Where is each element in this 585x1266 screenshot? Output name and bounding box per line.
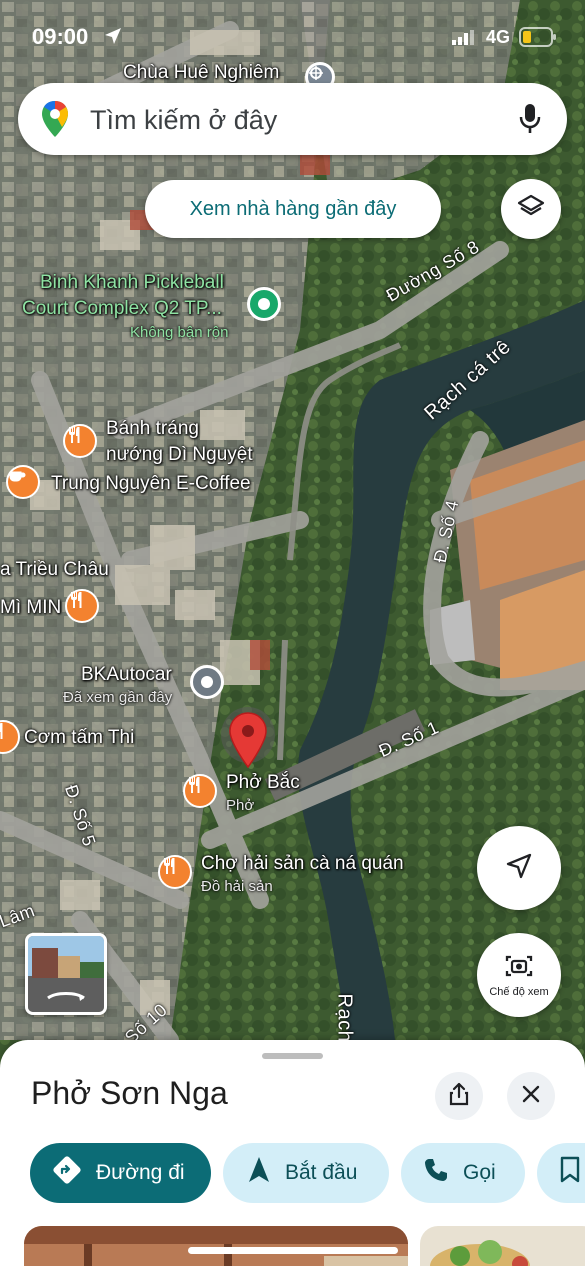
camera-scan-icon (505, 953, 533, 984)
microphone-icon[interactable] (518, 103, 542, 140)
save-button[interactable] (537, 1143, 585, 1203)
map-label-com-tam[interactable]: Cơm tấm Thi (24, 727, 134, 749)
map-label-pho-bac-sub: Phở (226, 797, 255, 814)
map-label-banh-trang-2[interactable]: nướng Dì Nguyệt (106, 444, 253, 466)
close-button[interactable] (507, 1072, 555, 1120)
signal-icon (452, 30, 474, 50)
street-label-rach: Rạch (333, 993, 356, 1043)
close-icon (522, 1085, 540, 1108)
network-type: 4G (486, 27, 511, 47)
selected-location-pin-icon[interactable] (220, 705, 276, 775)
phone-icon (423, 1157, 463, 1189)
restaurant-icon[interactable] (158, 855, 192, 889)
street-view-thumbnail[interactable] (25, 933, 107, 1015)
layers-button[interactable] (501, 179, 561, 239)
restaurant-icon[interactable] (183, 774, 217, 808)
call-label: Gọi (463, 1161, 496, 1184)
status-bar: 09:00 4G (0, 0, 585, 70)
directions-label: Đường đi (96, 1161, 185, 1184)
directions-icon (52, 1155, 96, 1191)
place-icon[interactable] (190, 665, 224, 699)
pickleball-place-icon[interactable] (247, 287, 281, 321)
map-label-bkautocar[interactable]: BKAutocar (81, 664, 172, 686)
map-label-coffee[interactable]: Trung Nguyên E-Coffee (51, 473, 251, 495)
nearby-restaurants-chip[interactable]: Xem nhà hàng gần đây (145, 180, 441, 238)
google-maps-logo-icon (40, 99, 70, 144)
map-label-pickleball-1[interactable]: Binh Khanh Pickleball (40, 272, 224, 294)
status-time: 09:00 (32, 24, 89, 49)
navigation-arrow-icon (505, 852, 533, 885)
map-label-pickleball-2[interactable]: Court Complex Q2 TP... (22, 298, 222, 320)
map-label-banh-trang-1[interactable]: Bánh tráng (106, 418, 199, 440)
search-bar[interactable]: Tìm kiếm ở đây (18, 83, 567, 155)
map-label-pickleball-status: Không bận rộn (130, 324, 229, 341)
call-button[interactable]: Gọi (401, 1143, 525, 1203)
search-input[interactable]: Tìm kiếm ở đây (90, 105, 277, 136)
view-mode-button[interactable]: Chế độ xem (477, 933, 561, 1017)
coffee-icon[interactable] (6, 465, 40, 499)
start-navigation-button[interactable]: Bắt đầu (223, 1143, 389, 1203)
map-label-pho-bac[interactable]: Phở Bắc (226, 772, 300, 794)
directions-button[interactable]: Đường đi (30, 1143, 211, 1203)
battery-icon (519, 27, 557, 52)
location-arrow-icon (104, 27, 122, 50)
share-button[interactable] (435, 1072, 483, 1120)
place-photo[interactable] (420, 1226, 585, 1266)
map-label-bkautocar-sub: Đã xem gần đây (63, 689, 173, 706)
my-location-button[interactable] (477, 826, 561, 910)
view-mode-label: Chế độ xem (489, 985, 549, 998)
restaurant-icon[interactable] (65, 589, 99, 623)
map-label-trieu-chau[interactable]: a Triều Châu (0, 559, 109, 581)
map-label-cho-hai-san[interactable]: Chợ hải sản cà ná quán (201, 853, 404, 875)
restaurant-icon[interactable] (63, 424, 97, 458)
layers-icon (517, 193, 545, 226)
place-title: Phở Sơn Nga (31, 1075, 228, 1111)
map-label-mi-min[interactable]: Mì MIN (0, 597, 61, 619)
start-label: Bắt đầu (285, 1161, 358, 1184)
home-indicator (188, 1247, 398, 1254)
place-photo[interactable] (24, 1226, 408, 1266)
navigation-start-icon (247, 1156, 285, 1190)
bookmark-icon (559, 1156, 585, 1190)
sheet-drag-handle[interactable] (262, 1053, 323, 1059)
share-icon (448, 1082, 470, 1111)
place-bottom-sheet[interactable]: Phở Sơn Nga Đường đi Bắt đầu Gọi (0, 1040, 585, 1266)
map-label-cho-hai-san-sub: Đồ hải sản (201, 878, 273, 895)
